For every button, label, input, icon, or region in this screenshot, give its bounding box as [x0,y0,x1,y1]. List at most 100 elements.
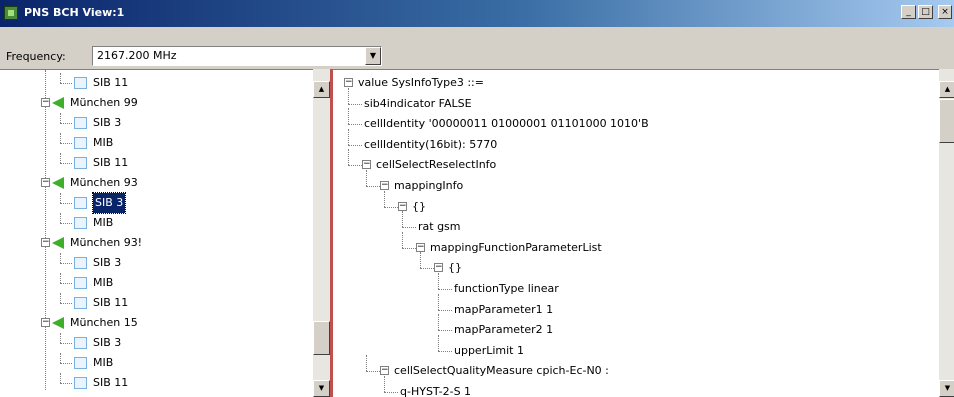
document-icon [74,117,87,129]
tree-line [60,143,72,144]
tree-line [348,128,349,145]
dropdown-arrow-icon[interactable]: ▼ [365,47,381,65]
decode-node[interactable]: mapParameter2 1 [333,314,933,340]
tree-line [438,330,452,332]
tree-line [60,363,72,364]
tree-line [384,392,398,393]
tree-line [60,273,61,283]
cell-tree-pane[interactable]: SIB 11 − München 99 SIB 3 MIB SIB 11 − München … [0,69,330,397]
tree-node-label: MIB [93,216,114,229]
decode-node-label: rat gsm [418,220,461,234]
document-icon [74,77,87,89]
collapse-icon[interactable]: − [398,201,407,211]
decode-node[interactable]: − mappingInfo [333,170,933,196]
maximize-button[interactable]: □ [918,5,933,19]
decode-node[interactable]: q-HYST-2-S 1 [333,376,933,397]
decode-node[interactable]: − cellSelectReselectInfo [333,149,933,175]
sib-node[interactable]: SIB 3 [0,253,312,273]
tree-line [348,124,362,126]
decode-node[interactable]: rat gsm [333,211,933,237]
decode-node-label: functionType linear [454,282,559,295]
document-icon [74,197,87,209]
tree-node-label: SIB 3 [93,256,122,269]
sib-node[interactable]: MIB [0,353,312,373]
document-icon [74,277,87,289]
cell-node[interactable]: − München 93 [0,173,312,193]
decode-node[interactable]: upperLimit 1 [333,334,933,361]
document-icon [74,357,87,369]
sib-node[interactable]: MIB [0,213,312,233]
sib-node[interactable]: SIB 3 [0,192,312,214]
tree-line [402,211,403,228]
tree-line [348,108,349,125]
app-icon [4,6,18,20]
tree-line [438,309,452,311]
decode-tree-pane[interactable]: − value SysInfoType3 ::= sib4indicator FAL… [333,69,939,397]
decode-node[interactable]: −{} [333,190,933,217]
tree-line [366,170,367,186]
decode-node[interactable]: sib4indicator FALSE [333,87,933,114]
collapse-icon[interactable]: − [41,178,50,187]
tree-line [438,273,439,289]
scroll-up-arrow-icon[interactable]: ▲ [939,81,954,98]
collapse-icon[interactable]: − [380,181,389,190]
left-scrollbar[interactable]: ▲ ▼ [313,69,330,397]
decode-node[interactable]: − cellSelectQualityMeasure cpich-Ec-N0 : [333,355,933,381]
collapse-icon[interactable]: − [416,242,425,252]
tree-node-label: SIB 3 [93,116,122,129]
tree-line [366,355,367,372]
scroll-down-arrow-icon[interactable]: ▼ [939,380,954,397]
tree-line [60,83,72,84]
sib-node[interactable]: SIB 11 [0,153,312,173]
decode-node[interactable]: −{} [333,252,933,278]
sib-node[interactable]: SIB 11 [0,73,312,93]
tree-line [60,133,61,143]
cell-icon [52,317,64,329]
collapse-icon[interactable]: − [41,238,50,247]
decode-node[interactable]: mapParameter1 1 [333,293,933,320]
tree-node-label: SIB 3 [91,192,127,214]
tree-line [420,252,421,269]
decode-node-label: mappingFunctionParameterList [430,240,602,254]
tree-line [366,186,380,187]
collapse-icon[interactable]: − [380,366,389,376]
frequency-select[interactable]: 2167.200 MHz ▼ [92,46,382,66]
scroll-thumb[interactable] [313,321,330,355]
sib-node[interactable]: SIB 3 [0,333,312,353]
decode-node-label: value SysInfoType3 ::= [358,76,484,89]
scroll-down-arrow-icon[interactable]: ▼ [313,380,330,397]
decode-node[interactable]: functionType linear [333,273,933,299]
scroll-up-arrow-icon[interactable]: ▲ [313,81,330,98]
collapse-icon[interactable]: − [41,98,50,107]
scroll-thumb[interactable] [939,99,954,143]
tree-node-label: München 93! [70,236,143,249]
decode-node[interactable]: − value SysInfoType3 ::= [333,73,933,93]
sib-node[interactable]: SIB 3 [0,113,312,133]
sib-node[interactable]: MIB [0,273,312,293]
collapse-icon[interactable]: − [434,263,443,273]
sib-node[interactable]: SIB 11 [0,373,312,393]
cell-icon [52,97,64,109]
collapse-icon[interactable]: − [344,78,353,87]
close-button[interactable]: × [938,5,952,19]
sib-node[interactable]: SIB 11 [0,293,312,313]
cell-node[interactable]: − München 99 [0,93,312,113]
sib-node[interactable]: MIB [0,133,312,153]
cell-node[interactable]: − München 93! [0,233,312,253]
tree-line [60,213,61,223]
right-scrollbar[interactable]: ▲ ▼ [939,69,954,397]
tree-line [60,293,61,303]
decode-node[interactable]: cellIdentity '00000011 01000001 01101000… [333,108,933,134]
decode-node[interactable]: cellIdentity(16bit): 5770 [333,128,933,155]
collapse-icon[interactable]: − [362,160,371,170]
tree-line [60,193,61,203]
collapse-icon[interactable]: − [41,318,50,327]
tree-line [366,371,380,373]
minimize-button[interactable]: _ [901,5,916,19]
title-bar[interactable]: PNS BCH View:1 _ □ × [0,0,954,27]
decode-node[interactable]: − mappingFunctionParameterList [333,231,933,258]
cell-node[interactable]: − München 15 [0,313,312,333]
tree-line [348,149,349,166]
tree-line [402,247,416,249]
tree-node-label: München 93 [70,176,138,189]
